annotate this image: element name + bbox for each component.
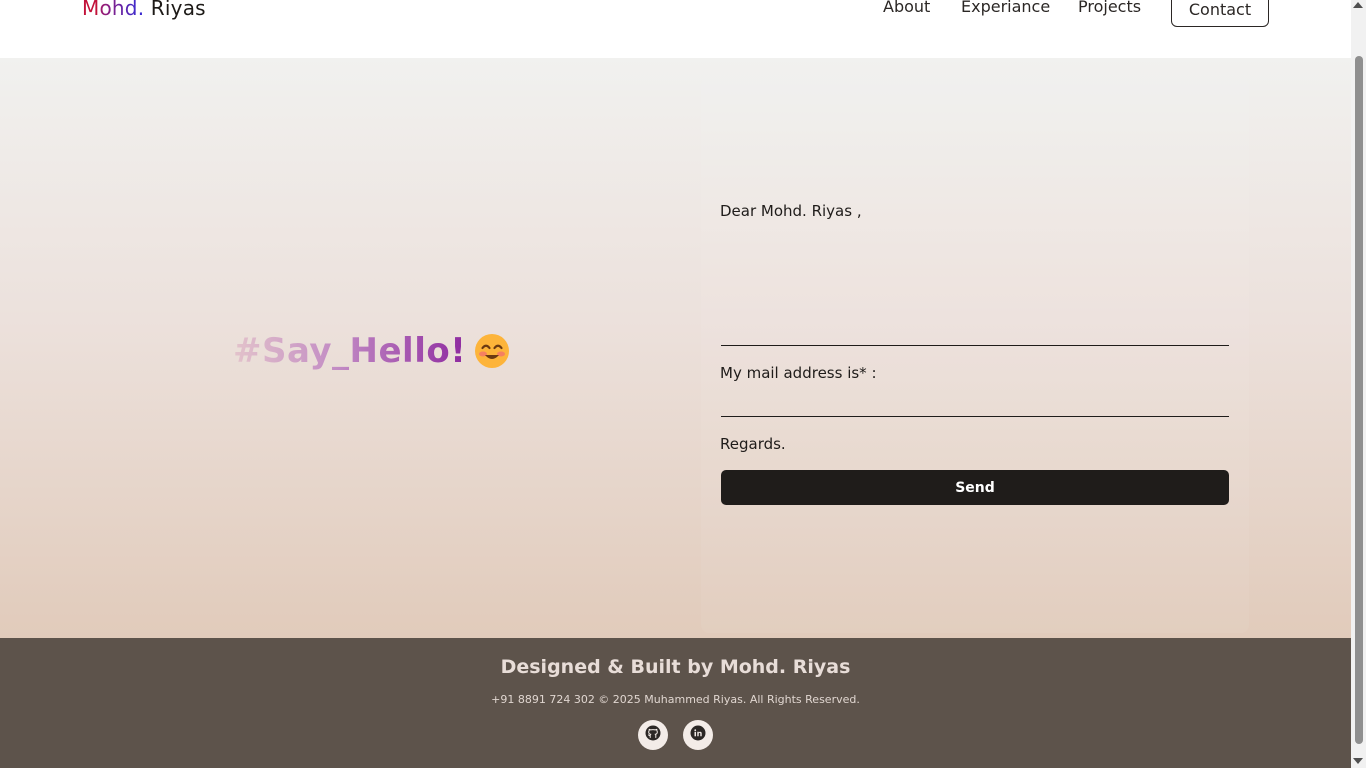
logo-middle: ohd — [99, 0, 137, 20]
smiling-face-icon — [474, 333, 510, 369]
regards-text: Regards. — [720, 435, 786, 453]
logo-initial: M — [82, 0, 100, 20]
nav-about-link[interactable]: About — [883, 0, 930, 16]
mail-label: My mail address is* : — [720, 364, 877, 382]
footer-copyright: +91 8891 724 302 © 2025 Muhammed Riyas. … — [491, 693, 860, 706]
nav-projects-link[interactable]: Projects — [1078, 0, 1141, 16]
site-logo[interactable]: Mohd. Riyas — [82, 0, 206, 20]
logo-surname: Riyas — [144, 0, 206, 20]
salutation-text: Dear Mohd. Riyas , — [720, 202, 862, 220]
email-field[interactable] — [721, 416, 1229, 417]
linkedin-link[interactable] — [683, 720, 713, 750]
nav-experience-link[interactable]: Experiance — [961, 0, 1050, 16]
site-header: Mohd. Riyas About Experiance Projects Co… — [0, 0, 1351, 58]
linkedin-icon — [690, 725, 706, 745]
say-hello-heading: #Say_Hello! — [233, 331, 510, 371]
message-input[interactable] — [721, 345, 1229, 346]
send-button[interactable]: Send — [721, 470, 1229, 505]
scrollbar-thumb[interactable] — [1355, 56, 1363, 744]
contact-form — [701, 78, 1249, 633]
footer-title: Designed & Built by Mohd. Riyas — [500, 656, 851, 678]
github-icon — [645, 725, 661, 745]
github-link[interactable] — [638, 720, 668, 750]
nav-contact-button[interactable]: Contact — [1171, 0, 1269, 27]
say-hello-text: #Say_Hello! — [233, 331, 467, 371]
scroll-down-arrow-icon[interactable] — [1353, 758, 1363, 764]
scroll-up-arrow-icon[interactable] — [1353, 2, 1363, 8]
